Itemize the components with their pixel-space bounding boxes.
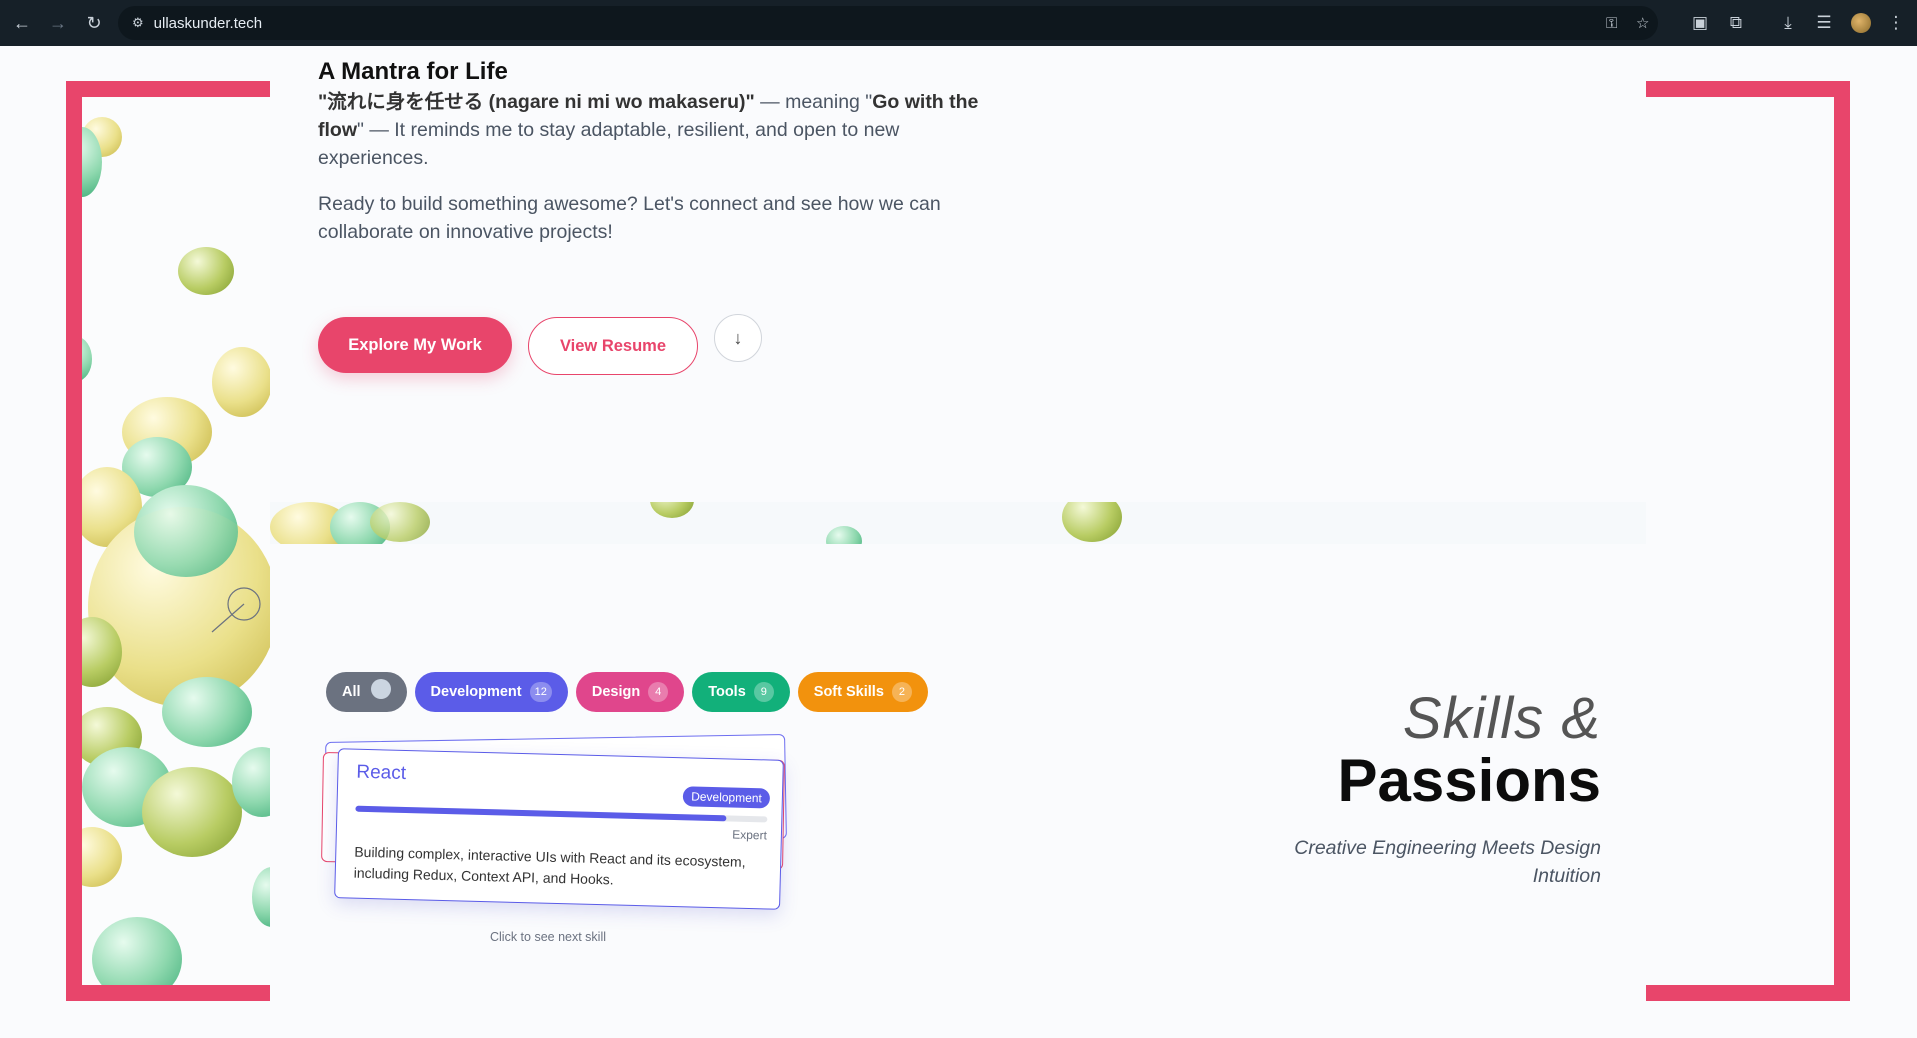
filter-development[interactable]: Development 12 <box>414 672 568 712</box>
toggle-knob <box>370 679 391 699</box>
filter-count: 2 <box>891 682 912 702</box>
filter-count: 12 <box>529 682 552 702</box>
kebab-menu-icon[interactable]: ⋮ <box>1882 9 1910 37</box>
bubble-strip <box>270 502 1646 544</box>
skill-name: React <box>356 761 407 784</box>
skill-progress-fill <box>355 805 727 822</box>
frame-right <box>1646 81 1850 1001</box>
site-info-icon[interactable]: ⚙ <box>132 15 144 31</box>
skill-description: Building complex, interactive UIs with R… <box>353 843 746 888</box>
filter-all[interactable]: All <box>326 672 407 712</box>
screen-share-icon[interactable]: ▣ <box>1686 9 1714 37</box>
skills-heading: Skills & Passions <box>1338 688 1601 812</box>
skills-subtitle: Creative Engineering Meets Design Intuit… <box>1294 837 1601 887</box>
skill-card-stack[interactable]: React Development Expert Building comple… <box>321 733 792 918</box>
skill-level: Expert <box>732 827 768 843</box>
reload-icon[interactable]: ↻ <box>80 9 108 37</box>
filter-design[interactable]: Design 4 <box>575 672 685 712</box>
mantra-quote: "流れに身を任せる (nagare ni mi wo makaseru)" <box>318 91 755 113</box>
view-resume-button[interactable]: View Resume <box>528 317 698 375</box>
scroll-down-button[interactable]: ↓ <box>714 314 762 362</box>
forward-icon[interactable]: → <box>44 9 72 37</box>
download-icon[interactable]: ⤓ <box>1774 9 1802 37</box>
skill-filters: All Development 12 Design 4 Tools 9 Soft… <box>326 672 928 712</box>
media-icon[interactable]: ☰ <box>1810 9 1838 37</box>
mantra-title: A Mantra for Life <box>318 58 508 85</box>
browser-toolbar: ← → ↻ ⚙ ullaskunder.tech ⚿ ☆ ▣ ⧉ ⤓ ☰ ⋮ <box>0 0 1917 46</box>
skill-card[interactable]: React Development Expert Building comple… <box>334 748 784 910</box>
url-text: ullaskunder.tech <box>153 14 263 32</box>
page-content: A Mantra for Life "流れに身を任せる (nagare ni m… <box>0 46 1917 1038</box>
next-skill-hint: Click to see next skill <box>490 930 607 944</box>
puzzle-icon[interactable]: ⧉ <box>1722 9 1750 37</box>
arrow-down-icon: ↓ <box>733 327 743 348</box>
filter-count: 9 <box>753 682 774 702</box>
mantra-text: "流れに身を任せる (nagare ni mi wo makaseru)" — … <box>318 91 979 169</box>
filter-count: 4 <box>648 682 669 702</box>
frame-left <box>66 81 270 1001</box>
star-icon[interactable]: ☆ <box>1636 14 1649 32</box>
skills-heading-line1: Skills & <box>1402 686 1601 751</box>
filter-tools[interactable]: Tools 9 <box>692 672 790 712</box>
filter-soft-skills[interactable]: Soft Skills 2 <box>797 672 928 712</box>
profile-avatar[interactable] <box>1851 13 1871 33</box>
skill-progress-bar <box>355 805 768 823</box>
back-icon[interactable]: ← <box>8 9 36 37</box>
cta-text: Ready to build something awesome? Let's … <box>318 193 941 243</box>
skill-category-badge: Development <box>682 786 771 809</box>
custom-cursor-icon <box>211 587 261 633</box>
address-bar[interactable]: ⚙ ullaskunder.tech ⚿ ☆ <box>118 6 1658 40</box>
key-icon[interactable]: ⚿ <box>1606 15 1617 32</box>
explore-work-button[interactable]: Explore My Work <box>318 317 512 373</box>
skills-heading-line2: Passions <box>1337 747 1601 814</box>
